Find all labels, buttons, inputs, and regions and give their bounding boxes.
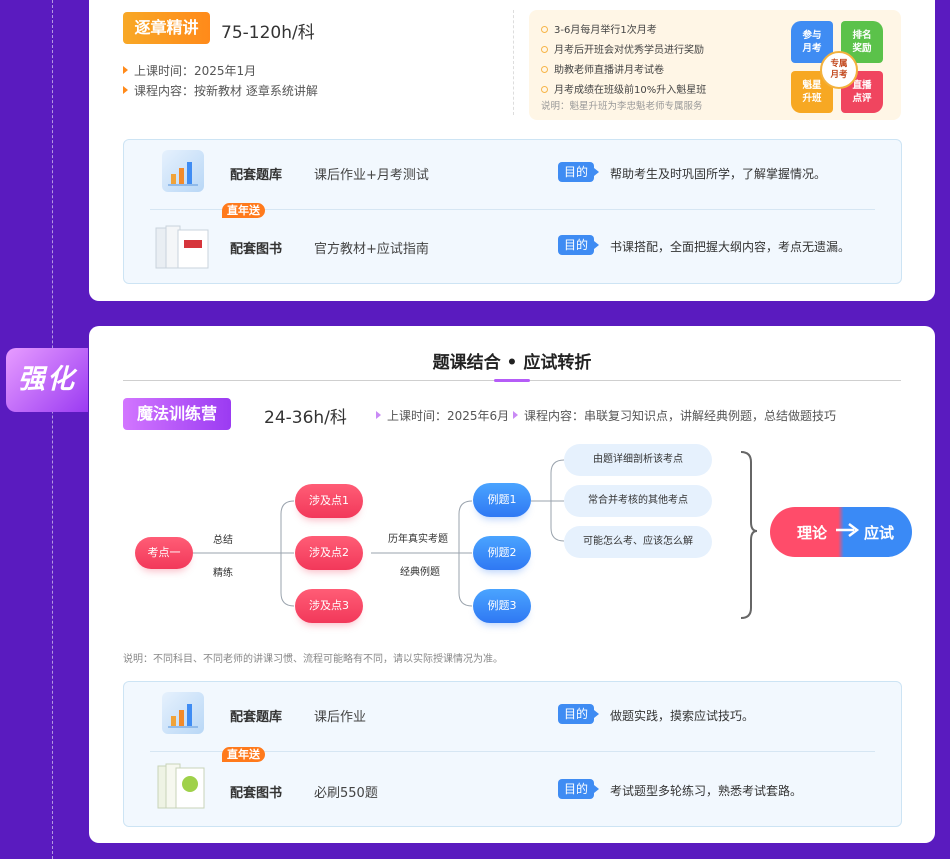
bar-chart-icon xyxy=(162,692,204,734)
bar-chart-icon xyxy=(162,150,204,192)
course-time: 上课时间：2025年1月 xyxy=(123,62,256,79)
resource-desc: 必刷550题 xyxy=(314,786,378,801)
resource-desc: 课后作业 xyxy=(314,710,367,725)
diagram-label: 精练 xyxy=(213,568,233,579)
goal-badge: 目的 xyxy=(558,779,599,799)
course-card-chapter: 逐章精讲 75-120h/科 上课时间：2025年1月 课程内容：按新教材 逐章… xyxy=(89,0,935,301)
diagram-label: 历年真实考题 xyxy=(388,534,448,545)
course-tag: 逐章精讲 xyxy=(123,12,210,44)
diagram-example-node: 例题1 xyxy=(473,483,531,517)
resource-desc: 官方教材+应试指南 xyxy=(314,242,429,257)
pill-right-label: 应试 xyxy=(864,524,895,542)
resource-row-books: 直年送 配套图书 官方教材+应试指南 目的 书课搭配，全面把握大纲内容，考点无遗… xyxy=(124,203,901,278)
diagram-leaf: 由题详细剖析该考点 xyxy=(564,444,712,476)
resource-desc: 课后作业+月考测试 xyxy=(314,168,429,183)
book-stack-icon xyxy=(154,220,214,272)
diagram-point-node: 涉及点3 xyxy=(295,589,363,623)
disclaimer-note: 说明：不同科目、不同老师的讲课习惯、流程可能略有不同，请以实际授课情况为准。 xyxy=(123,654,503,665)
goal-badge: 目的 xyxy=(558,704,599,724)
goal-text: 考试题型多轮练习，熟悉考试套路。 xyxy=(610,784,803,798)
goal-text: 做题实践，摸索应试技巧。 xyxy=(610,709,755,723)
diagram-example-node: 例题2 xyxy=(473,536,531,570)
theory-to-exam-pill: 理论 应试 xyxy=(770,507,912,557)
course-hours: 75-120h/科 xyxy=(221,23,315,43)
monthly-exam-panel: 3-6月每月举行1次月考 月考后开班会对优秀学员进行奖励 助教老师直播讲月考试卷… xyxy=(529,10,901,120)
book-stack-icon xyxy=(154,760,214,812)
resource-name: 配套图书 xyxy=(230,786,283,801)
resource-row-books: 直年送 配套图书 必刷550题 目的 考试题型多轮练习，熟悉考试套路。 xyxy=(124,747,901,820)
course-content: 课程内容：按新教材 逐章系统讲解 xyxy=(123,82,318,99)
diagram-leaf: 可能怎么考、应该怎么解 xyxy=(564,526,712,558)
diagram-point-node: 涉及点1 xyxy=(295,484,363,518)
diagram-root-node: 考点一 xyxy=(135,537,193,569)
diagram-label: 经典例题 xyxy=(400,567,440,578)
goal-badge: 目的 xyxy=(558,235,599,255)
center-badge: 专属 月考 xyxy=(820,51,858,89)
resource-panel: 配套题库 课后作业+月考测试 目的 帮助考生及时巩固所学，了解掌握情况。 直年送… xyxy=(123,139,902,284)
gift-badge: 直年送 xyxy=(222,747,265,762)
resource-panel: 配套题库 课后作业 目的 做题实践，摸索应试技巧。 直年送 配套图书 必刷550… xyxy=(123,681,902,827)
resource-name: 配套题库 xyxy=(230,710,283,725)
promo-line: 3-6月每月举行1次月考 xyxy=(541,21,657,36)
promo-line: 月考成绩在班级前10%升入魁星班 xyxy=(541,81,706,96)
diagram-leaf: 常合并考核的其他考点 xyxy=(564,485,712,517)
promo-line: 月考后开班会对优秀学员进行奖励 xyxy=(541,41,704,56)
goal-badge: 目的 xyxy=(558,162,599,182)
promo-line: 助教老师直播讲月考试卷 xyxy=(541,61,664,76)
resource-row-question-bank: 配套题库 课后作业+月考测试 目的 帮助考生及时巩固所学，了解掌握情况。 xyxy=(124,140,901,208)
divider xyxy=(513,10,514,115)
resource-row-question-bank: 配套题库 课后作业 目的 做题实践，摸索应试技巧。 xyxy=(124,682,901,750)
stage-tag-strengthen: 强化 xyxy=(6,348,88,412)
course-card-training: 题课结合 • 应试转折 魔法训练营 24-36h/科 上课时间：2025年6月 … xyxy=(89,326,935,843)
monthly-exam-badge: 参与 月考 排名 奖励 魁星 升班 直播 点评 专属 月考 xyxy=(791,21,883,113)
diagram-label: 总结 xyxy=(213,535,233,546)
goal-text: 帮助考生及时巩固所学，了解掌握情况。 xyxy=(610,167,827,181)
timeline-dashed-line xyxy=(52,0,53,859)
diagram-example-node: 例题3 xyxy=(473,589,531,623)
gift-badge: 直年送 xyxy=(222,203,265,218)
goal-text: 书课搭配，全面把握大纲内容，考点无遗漏。 xyxy=(610,240,851,254)
diagram-point-node: 涉及点2 xyxy=(295,536,363,570)
resource-name: 配套图书 xyxy=(230,242,283,257)
pill-left-label: 理论 xyxy=(797,524,828,542)
promo-note: 说明：魁星升班为李忠魁老师专属服务 xyxy=(541,101,703,112)
resource-name: 配套题库 xyxy=(230,168,283,183)
arrow-right-icon xyxy=(836,520,860,544)
